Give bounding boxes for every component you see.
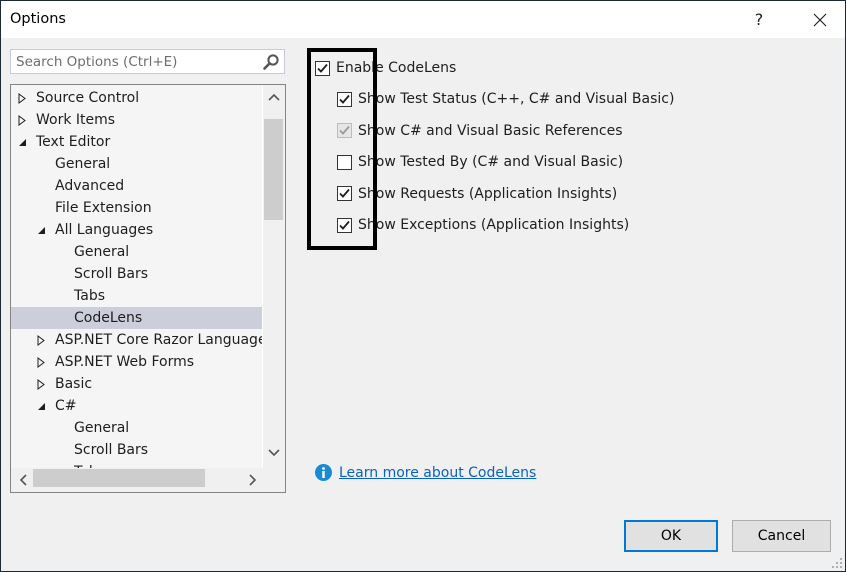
chevron-right-icon [249,474,257,486]
tree-item-label: General [74,420,130,436]
options-tree: Source Control Work Items Text Editor Gener… [10,84,286,493]
checkbox-label: Show C# and Visual Basic References [358,122,623,139]
tree-item-label: ASP.NET Web Forms [55,354,195,370]
tree-item-label: Basic [55,376,93,392]
checkbox-label: Show Test Status (C++, C# and Visual Bas… [358,91,675,107]
checkmark-icon [339,94,350,104]
tree-item[interactable]: ASP.NET Core Razor Language Services [11,329,263,351]
tree-item-label: Source Control [36,90,140,106]
checkbox-box[interactable] [337,91,352,107]
enable-codelens-checkbox[interactable]: Enable CodeLens [315,57,456,79]
vertical-scrollbar[interactable] [262,85,285,469]
close-button[interactable] [797,1,843,38]
expanded-arrow-icon[interactable] [36,395,46,417]
tree-item-label: Text Editor [36,134,111,150]
checkbox-label: Show Tested By (C# and Visual Basic) [358,154,624,170]
tree-item-label: File Extension [55,200,152,216]
tree-item-label: General [74,244,130,260]
chevron-left-icon [19,474,27,486]
scroll-right-button[interactable] [243,468,263,492]
expanded-arrow-icon[interactable] [17,131,27,153]
checkmark-icon [339,220,350,230]
learn-more-link[interactable]: Learn more about CodeLens [339,465,536,481]
learn-more-row: Learn more about CodeLens [315,464,536,481]
title-bar: Options ? [1,1,845,38]
tree-item[interactable]: Work Items [11,109,263,131]
horizontal-scrollbar[interactable] [11,468,263,492]
checkbox-box[interactable] [315,60,330,76]
tree-item-label: Scroll Bars [74,266,149,282]
checkmark-icon [339,125,350,135]
chevron-down-icon [268,449,280,457]
tree-item-label: Scroll Bars [74,442,149,458]
dialog-title: Options [10,11,66,27]
collapsed-arrow-icon[interactable] [36,373,46,395]
search-options-input[interactable] [16,52,256,71]
tree-item[interactable]: Tabs [11,285,263,307]
search-options-box [10,49,285,74]
tree-item-label: CodeLens [74,310,143,326]
info-icon [315,464,332,481]
tree-item[interactable]: Scroll Bars [11,263,263,285]
close-icon [813,13,827,26]
codelens-option-checkbox[interactable]: Show Requests (Application Insights) [337,183,617,205]
checkbox-label: Show Requests (Application Insights) [358,185,618,202]
tree-item[interactable]: All Languages [11,219,263,241]
tree-item-label: Tabs [74,288,105,304]
codelens-option-checkbox: Show C# and Visual Basic References [337,120,623,142]
scroll-left-button[interactable] [13,468,33,492]
tree-item[interactable]: General [11,241,263,263]
tree-item[interactable]: Text Editor [11,131,263,153]
tree-item-label: C# [55,398,77,414]
options-dialog: Options ? Source Control Work Items Text E… [1,1,845,571]
checkbox-label: Enable CodeLens [336,60,457,76]
scrollbar-corner [263,468,285,492]
codelens-option-checkbox[interactable]: Show Test Status (C++, C# and Visual Bas… [337,88,674,110]
collapsed-arrow-icon[interactable] [36,351,46,373]
tree-item[interactable]: Advanced [11,175,263,197]
chevron-up-icon [268,93,280,101]
cancel-button[interactable]: Cancel [732,520,831,552]
collapsed-arrow-icon[interactable] [36,329,46,351]
tree-item[interactable]: CodeLens [11,307,263,329]
checkmark-icon [317,63,328,73]
ok-button[interactable]: OK [624,520,718,552]
tree-item[interactable]: Source Control [11,87,263,109]
expanded-arrow-icon[interactable] [36,219,46,241]
horizontal-scroll-thumb[interactable] [33,469,205,487]
codelens-option-checkbox[interactable]: Show Tested By (C# and Visual Basic) [337,151,623,173]
checkbox-box[interactable] [337,217,352,233]
checkbox-box [337,123,352,138]
checkbox-box[interactable] [337,186,352,201]
tree-item[interactable]: File Extension [11,197,263,219]
scroll-up-button[interactable] [263,87,285,107]
codelens-option-checkbox[interactable]: Show Exceptions (Application Insights) [337,214,629,236]
tree-item[interactable]: ASP.NET Web Forms [11,351,263,373]
checkmark-icon [339,188,350,198]
checkbox-label: Show Exceptions (Application Insights) [358,217,630,233]
search-icon[interactable] [262,53,280,71]
tree-item[interactable]: General [11,153,263,175]
tree-item[interactable]: Scroll Bars [11,439,263,461]
collapsed-arrow-icon[interactable] [17,87,27,109]
tree-item-label: Advanced [55,178,125,194]
tree-item[interactable]: General [11,417,263,439]
collapsed-arrow-icon[interactable] [17,109,27,131]
checkbox-box[interactable] [337,154,352,170]
help-button[interactable]: ? [736,1,782,38]
tree-item-label: ASP.NET Core Razor Language Services [55,332,263,348]
tree-rows: Source Control Work Items Text Editor Gener… [11,85,263,469]
resize-grip-icon[interactable] [831,557,843,569]
vertical-scroll-thumb[interactable] [264,119,283,220]
tree-item-label: Work Items [36,112,116,128]
tree-item-label: General [55,156,111,172]
tree-item[interactable]: Basic [11,373,263,395]
tree-item-label: All Languages [55,222,154,238]
scroll-down-button[interactable] [263,443,285,463]
tree-item[interactable]: C# [11,395,263,417]
